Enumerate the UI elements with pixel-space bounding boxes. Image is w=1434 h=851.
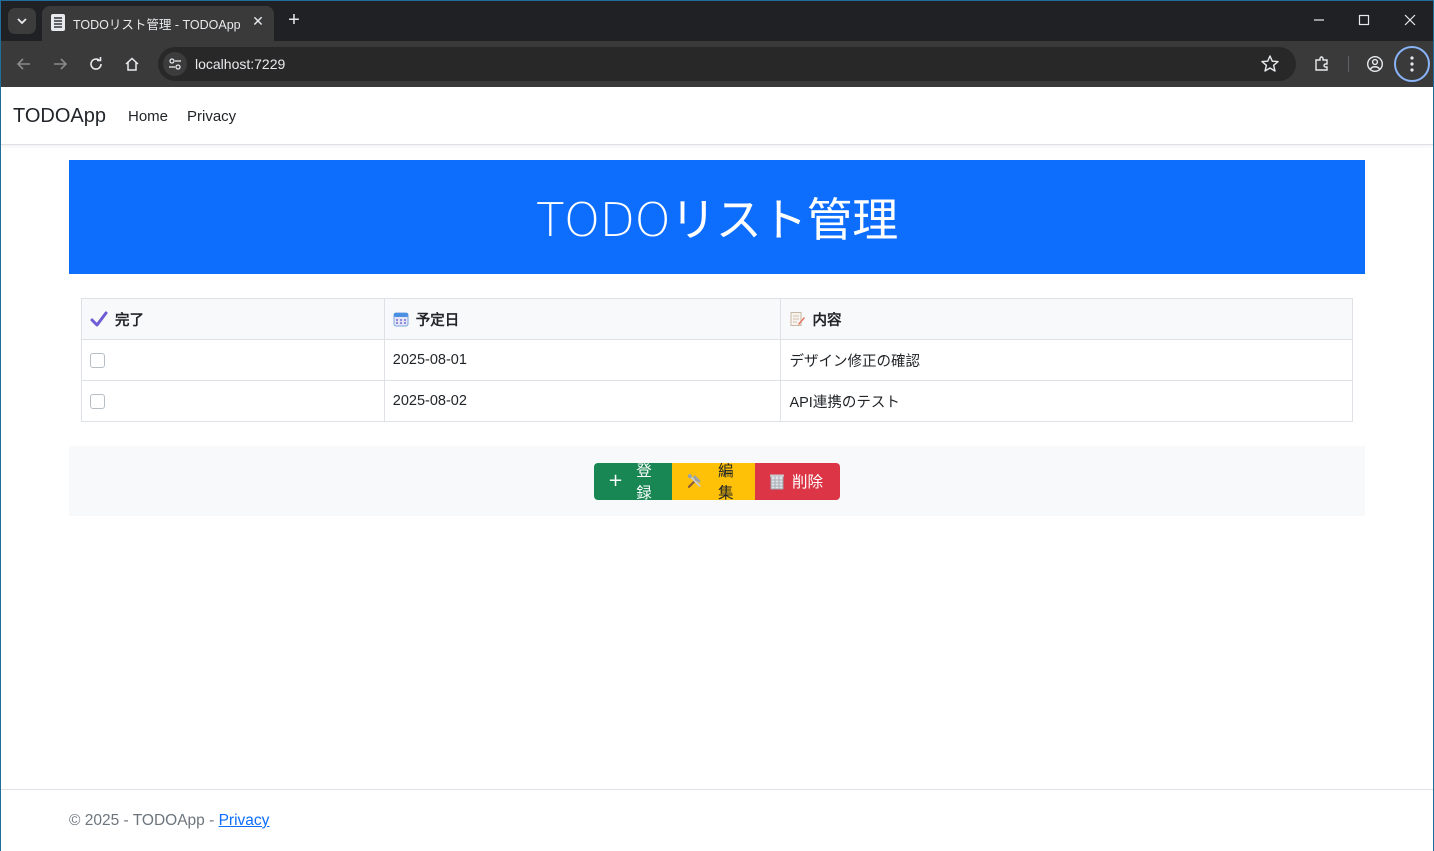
new-tab-button[interactable]: + [283,9,305,31]
account-icon [1366,55,1384,73]
tab-title: TODOリスト管理 - TODOApp [73,18,241,32]
column-header-content: 内容 [780,298,1353,340]
content-cell: API連携のテスト [780,380,1353,422]
calendar-icon [393,312,409,327]
toolbar-divider [1348,56,1349,72]
document-icon [51,14,65,31]
table-header-row: 完了 予定日 内容 [81,298,1353,340]
trash-icon [770,474,784,489]
browser-tab-bar: TODOリスト管理 - TODOApp ✕ + [1,1,1433,41]
browser-menu-button[interactable] [1394,46,1430,82]
more-vertical-icon [1410,56,1414,72]
close-window-button[interactable] [1395,7,1425,33]
column-header-label: 完了 [115,312,144,329]
done-checkbox[interactable] [90,352,105,368]
reload-button[interactable] [84,52,108,76]
action-bar: + 登録 編集 削除 [69,446,1365,516]
done-cell [81,380,385,422]
site-info-button[interactable] [163,52,187,76]
nav-link-home[interactable]: Home [128,108,168,125]
extensions-button[interactable] [1310,52,1334,76]
puzzle-icon [1315,56,1328,71]
tune-icon [169,58,181,70]
edit-button[interactable]: 編集 [672,462,755,502]
app-navbar: TODOApp Home Privacy [1,87,1433,145]
close-tab-icon[interactable]: ✕ [248,11,268,31]
maximize-button[interactable] [1349,7,1379,33]
bookmark-star-icon[interactable] [1260,54,1280,74]
checkmark-icon [90,311,108,327]
arrow-right-icon [54,58,68,70]
done-checkbox[interactable] [90,393,105,409]
forward-button[interactable] [48,52,72,76]
minimize-button[interactable] [1304,7,1334,33]
close-icon [1404,14,1416,26]
page-title: TODOリスト管理 [536,193,898,247]
column-header-label: 内容 [812,312,842,329]
column-header-label: 予定日 [415,312,460,329]
column-header-date: 予定日 [383,298,782,340]
chevron-down-icon [17,18,27,25]
tools-icon [687,474,701,488]
page-footer: © 2025 - TODOApp - Privacy [1,789,1433,851]
table-row: 2025-08-02 API連携のテスト [81,380,1353,422]
memo-icon [790,312,806,326]
arrow-left-icon [16,58,30,70]
done-cell [81,339,385,381]
date-cell: 2025-08-01 [383,339,782,381]
add-button[interactable]: + 登録 [594,462,672,502]
todo-table: 完了 予定日 内容 2025-08-01 デザイン修正の確認 2025-08-0… [81,298,1353,422]
navbar-brand[interactable]: TODOApp [13,105,106,128]
browser-toolbar: localhost:7229 [1,41,1433,87]
copyright-text: © 2025 - TODOApp - [69,812,219,829]
browser-tab[interactable]: TODOリスト管理 - TODOApp ✕ [42,6,274,41]
nav-link-privacy[interactable]: Privacy [187,108,236,125]
delete-button[interactable]: 削除 [755,462,840,500]
page-header-banner: TODOリスト管理 [69,160,1365,274]
url-text: localhost:7229 [195,56,286,72]
footer-privacy-link[interactable]: Privacy [219,812,270,829]
add-button-label: 登録 [636,462,652,502]
back-button[interactable] [12,52,36,76]
plus-icon: + [608,470,624,491]
profile-button[interactable] [1363,52,1387,76]
column-header-done: 完了 [81,298,385,340]
reload-icon [90,57,102,70]
maximize-icon [1358,14,1370,26]
home-button[interactable] [120,52,144,76]
footer-text: © 2025 - TODOApp - Privacy [69,812,269,830]
delete-button-label: 削除 [792,473,824,491]
minimize-icon [1314,19,1324,21]
table-row: 2025-08-01 デザイン修正の確認 [81,339,1353,381]
content-cell: デザイン修正の確認 [780,339,1353,381]
date-cell: 2025-08-02 [383,380,782,422]
home-icon [125,57,139,71]
edit-button-label: 編集 [718,462,734,502]
tab-search-button[interactable] [8,8,36,34]
address-bar[interactable]: localhost:7229 [158,47,1296,81]
